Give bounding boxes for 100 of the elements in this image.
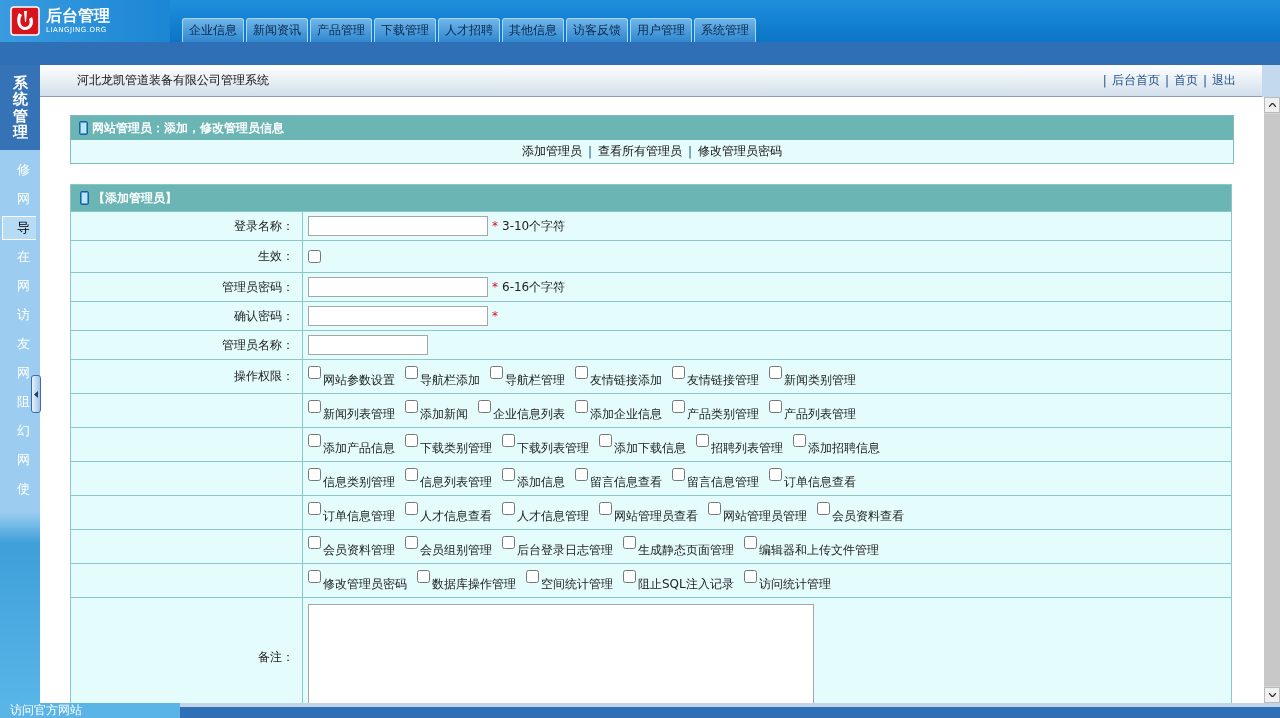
checkbox-label: 网站管理员查看 bbox=[614, 508, 698, 525]
checkbox[interactable] bbox=[308, 502, 321, 515]
checkbox[interactable] bbox=[672, 468, 685, 481]
sidebar-item[interactable]: 导 bbox=[2, 216, 36, 240]
checkbox-label: 网站参数设置 bbox=[323, 372, 395, 389]
checkbox[interactable] bbox=[308, 468, 321, 481]
caret-down-icon bbox=[1268, 693, 1276, 697]
checkbox[interactable] bbox=[599, 502, 612, 515]
checkbox-label: 人才信息查看 bbox=[420, 508, 492, 525]
section-link[interactable]: 添加管理员 bbox=[521, 143, 582, 160]
link-separator: | bbox=[1164, 73, 1169, 88]
checkbox[interactable] bbox=[769, 366, 782, 379]
required-mark: * bbox=[492, 309, 498, 323]
checkbox[interactable] bbox=[744, 536, 757, 549]
nav-tab[interactable]: 企业信息 bbox=[182, 18, 244, 42]
link-separator: | bbox=[1202, 73, 1207, 88]
checkbox[interactable] bbox=[502, 468, 515, 481]
checkbox[interactable] bbox=[817, 502, 830, 515]
checkbox[interactable] bbox=[502, 536, 515, 549]
checkbox[interactable] bbox=[743, 570, 757, 583]
checkbox-label: 添加产品信息 bbox=[323, 440, 395, 457]
section-link[interactable]: 修改管理员密码 bbox=[698, 143, 783, 160]
checkbox-label: 下载类别管理 bbox=[420, 440, 492, 457]
nav-tab[interactable]: 下载管理 bbox=[374, 18, 436, 42]
checkbox[interactable] bbox=[526, 570, 539, 583]
checkbox[interactable] bbox=[308, 366, 321, 379]
checkbox[interactable] bbox=[599, 434, 612, 447]
checkbox[interactable] bbox=[623, 536, 636, 549]
checkbox[interactable] bbox=[769, 468, 782, 481]
checkbox[interactable] bbox=[405, 468, 418, 481]
checkbox[interactable] bbox=[502, 502, 515, 515]
collapse-handle[interactable] bbox=[31, 375, 41, 413]
checkbox[interactable] bbox=[623, 570, 636, 583]
checkbox-label: 访问统计管理 bbox=[758, 576, 831, 593]
caret-left-icon bbox=[34, 390, 38, 398]
checkbox[interactable] bbox=[417, 570, 430, 583]
checkbox-label: 订单信息查看 bbox=[784, 474, 856, 491]
checkbox[interactable] bbox=[708, 502, 721, 515]
field-label: 生效： bbox=[258, 249, 294, 263]
checkbox[interactable] bbox=[405, 502, 418, 515]
checkbox[interactable] bbox=[575, 366, 588, 379]
checkbox-label: 添加企业信息 bbox=[590, 406, 662, 423]
link-separator: | bbox=[1102, 73, 1107, 88]
sidebar-title: 系统管理 bbox=[12, 74, 28, 141]
checkbox[interactable] bbox=[696, 434, 709, 447]
header-link[interactable]: 后台首页 bbox=[1111, 72, 1160, 89]
checkbox[interactable] bbox=[793, 434, 806, 447]
section-title: 网站管理员：添加，修改管理员信息 bbox=[92, 119, 284, 137]
section-link[interactable]: 查看所有管理员 bbox=[598, 143, 682, 160]
field-label: 确认密码： bbox=[234, 308, 294, 323]
checkbox[interactable] bbox=[308, 434, 321, 447]
checkbox[interactable] bbox=[308, 536, 321, 549]
checkbox-label: 留言信息查看 bbox=[590, 474, 662, 491]
checkbox-label: 企业信息列表 bbox=[493, 406, 565, 423]
checkbox[interactable] bbox=[308, 250, 321, 263]
required-mark: * bbox=[492, 219, 498, 233]
checkbox[interactable] bbox=[308, 570, 321, 583]
checkbox[interactable] bbox=[490, 366, 503, 379]
nav-tab[interactable]: 访客反馈 bbox=[566, 18, 628, 42]
checkbox[interactable] bbox=[478, 400, 491, 413]
checkbox-label: 导航栏添加 bbox=[420, 372, 480, 389]
checkbox-label: 添加信息 bbox=[517, 474, 565, 491]
book-icon bbox=[80, 191, 89, 205]
checkbox[interactable] bbox=[672, 366, 685, 379]
checkbox[interactable] bbox=[575, 400, 588, 413]
checkbox[interactable] bbox=[405, 536, 418, 549]
checkbox[interactable] bbox=[405, 434, 418, 447]
nav-tab[interactable]: 人才招聘 bbox=[438, 18, 500, 42]
scrollbar[interactable] bbox=[1264, 97, 1280, 703]
checkbox[interactable] bbox=[672, 400, 685, 413]
logo-icon bbox=[10, 6, 40, 36]
nav-tab[interactable]: 用户管理 bbox=[630, 18, 692, 42]
remark-field[interactable] bbox=[308, 604, 814, 703]
caret-up-icon bbox=[1268, 103, 1276, 107]
checkbox-label: 订单信息管理 bbox=[323, 508, 395, 525]
header-link[interactable]: 退出 bbox=[1212, 72, 1236, 89]
checkbox[interactable] bbox=[575, 468, 588, 481]
checkbox-label: 产品类别管理 bbox=[687, 406, 759, 423]
text-field[interactable] bbox=[308, 216, 488, 236]
checkbox-label: 网站管理员管理 bbox=[723, 508, 807, 525]
header-link[interactable]: 首页 bbox=[1173, 72, 1198, 89]
checkbox[interactable] bbox=[405, 400, 418, 413]
checkbox-label: 添加招聘信息 bbox=[808, 440, 880, 457]
scroll-down-button[interactable] bbox=[1264, 687, 1280, 703]
text-field[interactable] bbox=[308, 335, 428, 355]
text-field[interactable] bbox=[308, 306, 488, 326]
nav-tab[interactable]: 新闻资讯 bbox=[246, 18, 308, 42]
checkbox-label: 生成静态页面管理 bbox=[638, 542, 734, 559]
checkbox-label: 阻止SQL注入记录 bbox=[638, 576, 734, 593]
checkbox[interactable] bbox=[308, 400, 321, 413]
link-separator: | bbox=[688, 144, 693, 159]
checkbox-label: 数据库操作管理 bbox=[432, 576, 516, 593]
checkbox[interactable] bbox=[769, 400, 782, 413]
checkbox[interactable] bbox=[405, 366, 418, 379]
scroll-up-button[interactable] bbox=[1264, 97, 1280, 113]
text-field[interactable] bbox=[308, 277, 488, 297]
nav-tab[interactable]: 其他信息 bbox=[502, 18, 564, 42]
checkbox[interactable] bbox=[502, 434, 515, 447]
nav-tab[interactable]: 产品管理 bbox=[310, 18, 372, 42]
nav-tab[interactable]: 系统管理 bbox=[694, 18, 756, 42]
